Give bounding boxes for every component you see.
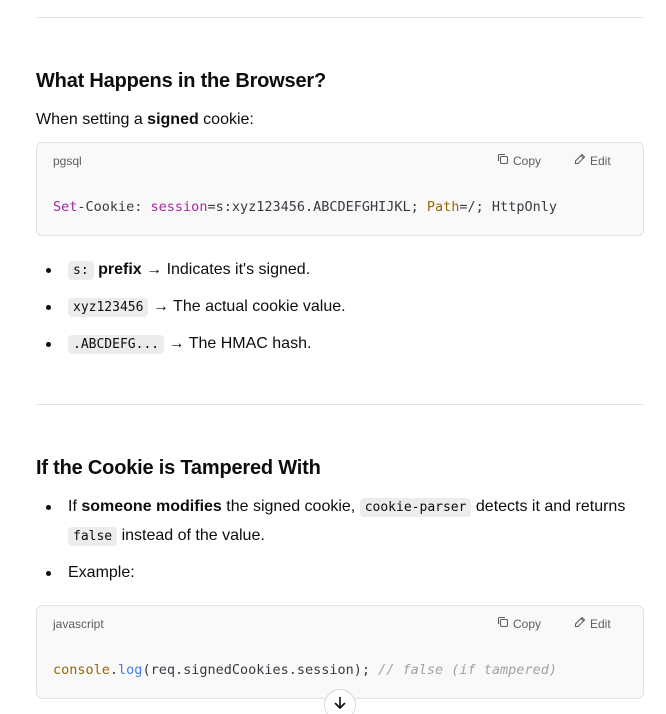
inline-code: false [68,527,118,546]
list-item-text: instead of the value. [117,527,265,544]
copy-label: Copy [513,616,542,631]
code-token: console [53,662,110,678]
code-block-pgsql: pgsql Copy Edit Set-Cookie: session=s:xy… [36,142,644,236]
code-token: Set [53,199,78,215]
edit-label: Edit [590,153,611,168]
code-block-javascript: javascript Copy Edit console.log(req.sig… [36,605,644,699]
divider-middle [36,404,644,405]
list-item-text: → The actual cookie value. [148,298,346,315]
list-item-text: detects it and returns [471,498,626,515]
edit-pencil-icon [574,616,586,631]
list-item-text: → The HMAC hash. [164,335,312,352]
code-token: (req.signedCookies.session); [142,662,379,678]
bold-text: someone modifies [81,498,222,515]
code-token: session [150,199,208,215]
list-item: .ABCDEFG... → The HMAC hash. [36,330,346,359]
list-item: Example: [36,559,644,587]
list-item-text: Example: [68,564,135,581]
list-item-text: → Indicates it's signed. [141,261,311,278]
intro-post: cookie: [198,111,254,128]
list-item-text: the signed cookie, [221,498,360,515]
edit-label: Edit [590,616,611,631]
intro-pre: When setting a [36,111,148,128]
section-heading-tampered: If the Cookie is Tampered With [36,457,321,479]
inline-code: s: [68,261,94,280]
code-token: =s:xyz123456.ABCDEFGHIJKL; [207,199,427,215]
code-block-header: pgsql Copy Edit [37,143,643,181]
copy-icon [497,153,509,168]
edit-pencil-icon [574,153,586,168]
edit-button[interactable]: Edit [574,153,611,168]
arrow-down-icon [332,695,348,714]
bold-text: prefix [93,261,142,278]
section-heading-browser: What Happens in the Browser? [36,70,326,92]
copy-label: Copy [513,153,542,168]
code-comment: // false (if tampered) [378,662,557,678]
list-item-text: If [68,498,82,515]
signed-cookie-parts-list: s: prefix → Indicates it's signed. xyz12… [36,256,346,359]
code-block-header: javascript Copy Edit [37,606,643,644]
code-language-label: javascript [53,617,104,631]
copy-icon [497,616,509,631]
list-item: If someone modifies the signed cookie, c… [36,493,644,551]
copy-button[interactable]: Copy [497,616,541,631]
divider-top [36,17,644,18]
code-language-label: pgsql [53,154,82,168]
edit-button[interactable]: Edit [574,616,611,631]
code-token: =/; HttpOnly [459,199,557,215]
inline-code: xyz123456 [68,298,149,317]
code-token: Path [426,199,460,215]
intro-bold: signed [147,111,199,128]
tampered-list: If someone modifies the signed cookie, c… [36,493,644,587]
code-token: log [118,662,143,678]
list-item: s: prefix → Indicates it's signed. [36,256,346,285]
intro-text: When setting a signed cookie: [36,106,254,134]
code-line: Set-Cookie: session=s:xyz123456.ABCDEFGH… [37,181,643,215]
inline-code: cookie-parser [359,498,472,517]
copy-button[interactable]: Copy [497,153,541,168]
code-token: -Cookie: [77,199,151,215]
inline-code: .ABCDEFG... [68,335,165,354]
scroll-to-bottom-button[interactable] [324,689,356,714]
code-token: . [109,662,119,678]
code-line: console.log(req.signedCookies.session); … [37,644,643,678]
list-item: xyz123456 → The actual cookie value. [36,293,346,322]
